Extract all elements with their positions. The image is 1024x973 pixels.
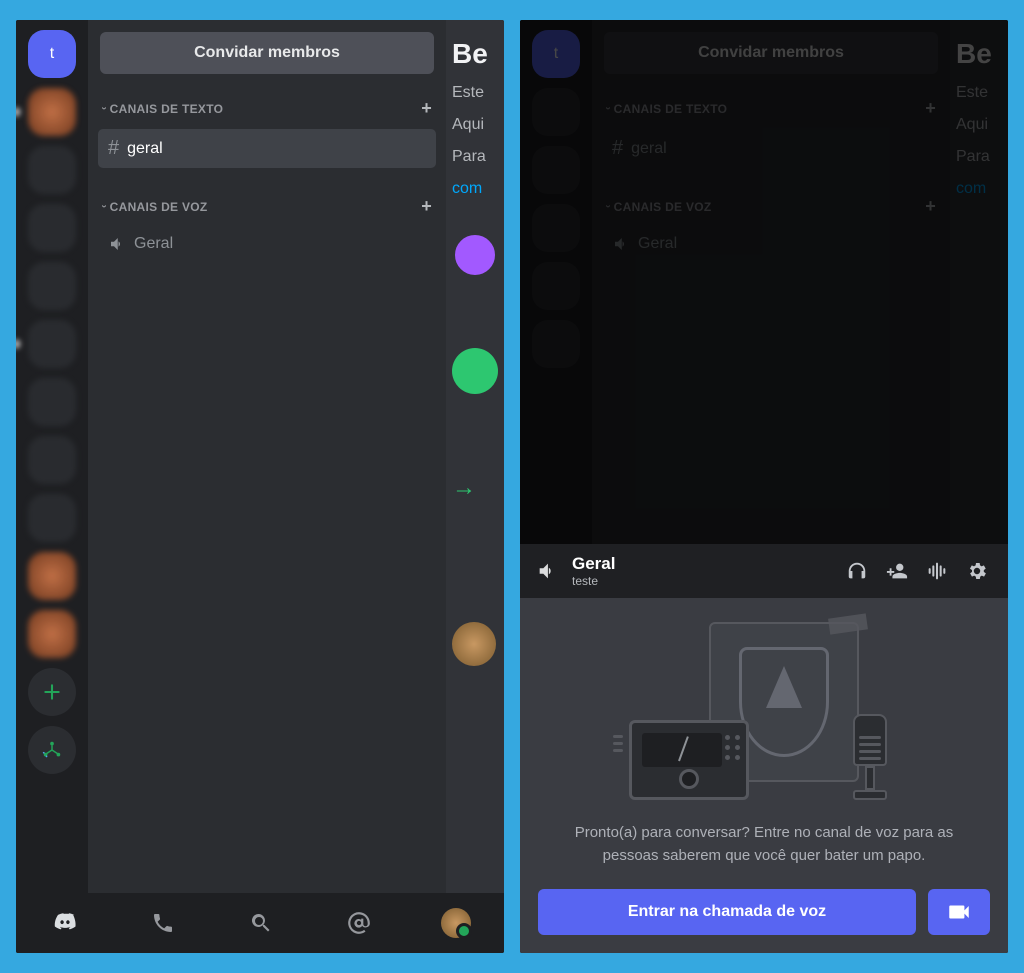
voice-server-name: teste [572,574,832,588]
voice-channel-title: Geral [572,554,832,574]
discover-button[interactable] [28,726,76,774]
server-list: t [16,20,88,893]
invite-members-button[interactable]: Convidar membros [100,32,434,74]
user-avatar [452,622,496,666]
voice-illustration [629,622,899,802]
server-item[interactable] [28,262,76,310]
tab-calls[interactable] [147,907,179,939]
server-badge: t [50,45,54,63]
tab-mentions[interactable] [343,907,375,939]
server-item[interactable] [28,88,76,136]
channel-label: geral [127,140,163,158]
chevron-down-icon: › [98,107,109,111]
headphones-button[interactable] [846,560,872,582]
server-item[interactable] [28,552,76,600]
camera-icon [946,899,972,925]
soundwave-icon [926,560,948,582]
tab-search[interactable] [245,907,277,939]
add-user-icon [886,560,908,582]
server-item[interactable] [28,378,76,426]
channel-sidebar: Convidar membros ›CANAIS DE TEXTO + # ge… [88,20,446,893]
voice-channels-category[interactable]: ›CANAIS DE VOZ + [88,190,446,223]
text-channels-category[interactable]: ›CANAIS DE TEXTO + [88,92,446,125]
discord-icon [51,909,79,937]
arrow-right-icon[interactable]: → [452,474,498,502]
add-channel-button[interactable]: + [421,98,432,119]
channel-label: Geral [134,235,173,253]
voice-join-sheet: Geral teste [520,544,1008,953]
voice-header: Geral teste [520,544,1008,598]
category-label: CANAIS DE TEXTO [110,102,224,116]
chat-peek: Be Este Aqui Para com → [446,20,504,893]
peek-link[interactable]: com [452,180,498,198]
bottom-nav [16,893,504,953]
voice-actions: Entrar na chamada de voz [538,889,990,935]
screenshot-right: t Convidar membros ›CANAIS DE TEXTO + # [520,20,1008,953]
settings-button[interactable] [966,560,992,582]
search-icon [249,911,273,935]
mention-icon [346,910,372,936]
server-item[interactable] [28,204,76,252]
server-item[interactable] [28,610,76,658]
tab-profile[interactable] [441,908,471,938]
voice-prompt-text: Pronto(a) para conversar? Entre no canal… [538,822,990,867]
action-bubble[interactable] [452,232,498,278]
speaker-icon [536,560,558,582]
peek-title: Be [452,38,498,70]
server-item[interactable] [28,320,76,368]
server-item[interactable] [28,436,76,484]
gear-icon [966,560,988,582]
discover-icon [41,739,63,761]
peek-line: Este [452,84,498,102]
tab-home[interactable] [49,907,81,939]
server-current[interactable]: t [28,30,76,78]
peek-line: Para [452,148,498,166]
category-label: CANAIS DE VOZ [110,200,208,214]
add-server-button[interactable] [28,668,76,716]
headphones-icon [846,560,868,582]
peek-line: Aqui [452,116,498,134]
server-item[interactable] [28,146,76,194]
screenshot-left: t [16,20,504,953]
video-button[interactable] [928,889,990,935]
add-channel-button[interactable]: + [421,196,432,217]
phone-icon [151,911,175,935]
add-user-button[interactable] [886,560,912,582]
plus-icon [42,682,62,702]
dimmed-background: t Convidar membros ›CANAIS DE TEXTO + # [520,20,1008,544]
join-voice-button[interactable]: Entrar na chamada de voz [538,889,916,935]
dim-overlay [520,20,1008,544]
speaker-icon [108,235,126,253]
chevron-down-icon: › [98,205,109,209]
text-channel-geral[interactable]: # geral [98,129,436,168]
voice-channel-geral[interactable]: Geral [98,227,436,261]
noise-button[interactable] [926,560,952,582]
panel-body: t Convidar membros ›CANAIS DE TEXTO + # [520,20,1008,953]
hash-icon: # [108,137,119,160]
panel-body: t [16,20,504,893]
voice-stage: Pronto(a) para conversar? Entre no canal… [520,598,1008,953]
action-bubble[interactable] [452,348,498,394]
server-item[interactable] [28,494,76,542]
